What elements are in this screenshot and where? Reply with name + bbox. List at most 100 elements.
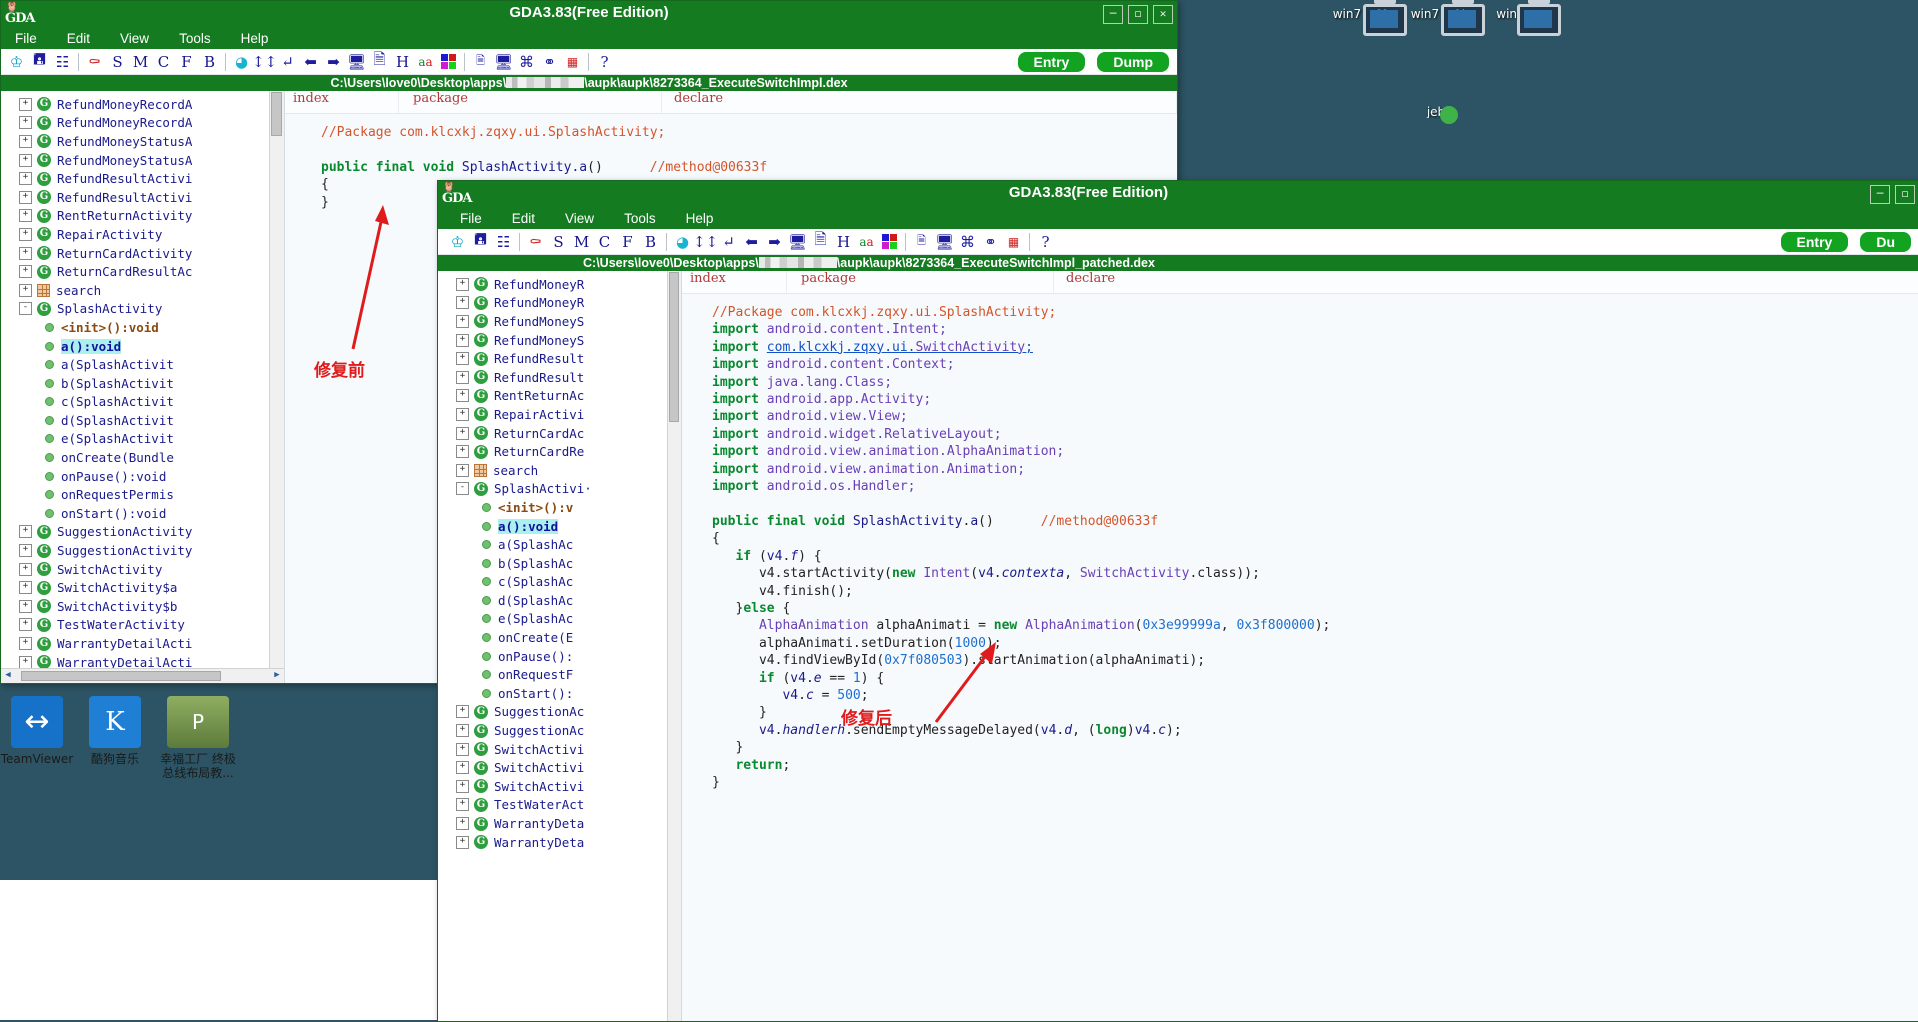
tree-row[interactable]: c(SplashActivit <box>1 393 284 412</box>
expand-toggle-icon[interactable]: + <box>19 227 32 241</box>
open-project-icon[interactable]: ♔ <box>446 231 469 253</box>
tree-row[interactable]: b(SplashActivit <box>1 374 284 393</box>
tree-row[interactable]: onPause(): <box>438 647 681 666</box>
save-icon[interactable]: 🖪 <box>469 230 492 253</box>
tree-row[interactable]: + G RepairActivity <box>1 225 284 244</box>
menu-tools[interactable]: Tools <box>620 211 682 226</box>
tree-row[interactable]: + G ReturnCardAc <box>438 424 681 443</box>
menu-file[interactable]: File <box>11 31 63 46</box>
expand-toggle-icon[interactable]: + <box>456 761 469 775</box>
collapse-toggle-icon[interactable]: - <box>456 482 469 496</box>
tree-row[interactable]: d(SplashAc <box>438 591 681 610</box>
key-icon[interactable]: ☷ <box>51 51 74 73</box>
window2-titlebar[interactable]: 🦉 GDA GDA3.83(Free Edition) ─ ◻ <box>438 181 1918 207</box>
field-search-icon[interactable]: F <box>616 231 639 253</box>
expand-toggle-icon[interactable]: + <box>456 370 469 384</box>
android-icon[interactable]: 🖥 <box>345 51 368 73</box>
expand-toggle-icon[interactable]: + <box>456 296 469 310</box>
forward-arrow-icon[interactable]: ➡ <box>322 51 345 73</box>
bytecode-search-icon[interactable]: B <box>639 231 662 253</box>
compare-icon[interactable]: ↕↕ <box>693 231 718 253</box>
tree-row[interactable]: onStart(): <box>438 684 681 703</box>
window1-titlebar[interactable]: 🦉 GDA GDA3.83(Free Edition) ─ ◻ ✕ <box>1 1 1177 27</box>
android-icon[interactable]: 🖥 <box>786 231 809 253</box>
expand-toggle-icon[interactable]: + <box>19 637 32 651</box>
desktop-icon-jeb[interactable]: jeb <box>1390 102 1482 132</box>
expand-toggle-icon[interactable]: + <box>19 97 32 111</box>
menu-help[interactable]: Help <box>237 31 295 46</box>
command-icon[interactable]: ⌘ <box>956 231 979 253</box>
expand-toggle-icon[interactable]: + <box>19 562 32 576</box>
field-search-icon[interactable]: F <box>175 51 198 73</box>
window2-tree-vscrollbar[interactable] <box>667 271 681 1021</box>
class-search-icon[interactable]: C <box>593 231 616 253</box>
rename-icon[interactable]: aa <box>414 51 437 73</box>
help-icon[interactable]: ? <box>1034 231 1057 253</box>
window2-class-tree[interactable]: + G RefundMoneyR + G RefundMoneyR + G RefundMone… <box>438 271 682 1021</box>
tree-row[interactable]: onPause():void <box>1 467 284 486</box>
tree-row[interactable]: + G ReturnCardResultAc <box>1 262 284 281</box>
tree-row[interactable]: + G ReturnCardRe <box>438 442 681 461</box>
expand-toggle-icon[interactable]: + <box>19 134 32 148</box>
window1-menubar[interactable]: File Edit View Tools Help <box>1 27 1177 49</box>
tree-row[interactable]: + G SwitchActivity <box>1 560 284 579</box>
tree-row[interactable]: - G SplashActivi· <box>438 480 681 499</box>
tree-row[interactable]: b(SplashAc <box>438 554 681 573</box>
tree-row[interactable]: onRequestPermis <box>1 485 284 504</box>
command-icon[interactable]: ⌘ <box>515 51 538 73</box>
tree-row[interactable]: + search <box>438 461 681 480</box>
tree-row[interactable]: a():void <box>438 517 681 536</box>
tree-row[interactable]: + G RefundMoneyS <box>438 331 681 350</box>
expand-toggle-icon[interactable]: + <box>456 407 469 421</box>
window2-toolbar[interactable]: ♔ 🖪 ☷ ⚰ S M C F B ◕ ↕↕ ↵ ⬅ ➡ 🖥 🗎 H aa 🗎 … <box>438 229 1918 255</box>
tree-row[interactable]: + search <box>1 281 284 300</box>
scroll-thumb[interactable] <box>271 92 282 136</box>
tree-row[interactable]: + G TestWaterActivity <box>1 616 284 635</box>
return-icon[interactable]: ↵ <box>276 51 299 73</box>
tree-row[interactable]: + G RentReturnAc <box>438 387 681 406</box>
tree-row[interactable]: + G RefundResultActivi <box>1 169 284 188</box>
link-icon[interactable]: ⚭ <box>979 231 1002 253</box>
tree-row[interactable]: - G SplashActivity <box>1 300 284 319</box>
tree-row[interactable]: + G RentReturnActivity <box>1 207 284 226</box>
expand-toggle-icon[interactable]: + <box>456 705 469 719</box>
tree-row[interactable]: + G ReturnCardActivity <box>1 244 284 263</box>
tree-row[interactable]: + G RefundMoneyRecordA <box>1 114 284 133</box>
tree-row[interactable]: c(SplashAc <box>438 573 681 592</box>
scroll-thumb[interactable] <box>669 272 679 422</box>
window1-action-buttons[interactable]: Entry Dump <box>1015 50 1171 74</box>
dump-button[interactable]: Du <box>1858 230 1913 254</box>
link-icon[interactable]: ⚭ <box>538 51 561 73</box>
grid-icon[interactable]: ▦ <box>1002 231 1025 253</box>
expand-toggle-icon[interactable]: + <box>19 599 32 613</box>
tree-row[interactable]: + G RefundMoneyStatusA <box>1 132 284 151</box>
tree-row[interactable]: + G SuggestionAc <box>438 721 681 740</box>
tree-row[interactable]: e(SplashActivit <box>1 430 284 449</box>
tree-row[interactable]: + G RefundResult <box>438 368 681 387</box>
maximize-icon[interactable]: ◻ <box>1128 5 1148 24</box>
hex-icon[interactable]: H <box>832 231 855 253</box>
expand-toggle-icon[interactable]: + <box>456 352 469 366</box>
menu-edit[interactable]: Edit <box>63 31 116 46</box>
tree-row[interactable]: d(SplashActivit <box>1 411 284 430</box>
key-icon[interactable]: ☷ <box>492 231 515 253</box>
locate-icon[interactable]: ⚰ <box>524 231 547 253</box>
tree-row[interactable]: + G SuggestionActivity <box>1 523 284 542</box>
minimize-icon[interactable]: ─ <box>1103 5 1123 24</box>
expand-toggle-icon[interactable]: + <box>456 835 469 849</box>
open-project-icon[interactable]: ♔ <box>5 51 28 73</box>
menu-view[interactable]: View <box>561 211 620 226</box>
menu-edit[interactable]: Edit <box>508 211 561 226</box>
expand-toggle-icon[interactable]: + <box>19 116 32 130</box>
expand-toggle-icon[interactable]: + <box>456 779 469 793</box>
expand-toggle-icon[interactable]: + <box>19 618 32 632</box>
scroll-right-icon[interactable]: ▶ <box>271 670 283 682</box>
tree-row[interactable]: + G RefundResult <box>438 349 681 368</box>
expand-toggle-icon[interactable]: + <box>456 742 469 756</box>
expand-toggle-icon[interactable]: + <box>456 445 469 459</box>
manifest-icon[interactable]: 🗎 <box>368 50 391 73</box>
sync-icon[interactable]: ◕ <box>230 51 253 73</box>
tree-row[interactable]: + G WarrantyDetailActi <box>1 634 284 653</box>
window2-controls[interactable]: ─ ◻ <box>1870 185 1915 204</box>
gda-window-patched[interactable]: 🦉 GDA GDA3.83(Free Edition) ─ ◻ File Edit… <box>437 180 1918 1022</box>
